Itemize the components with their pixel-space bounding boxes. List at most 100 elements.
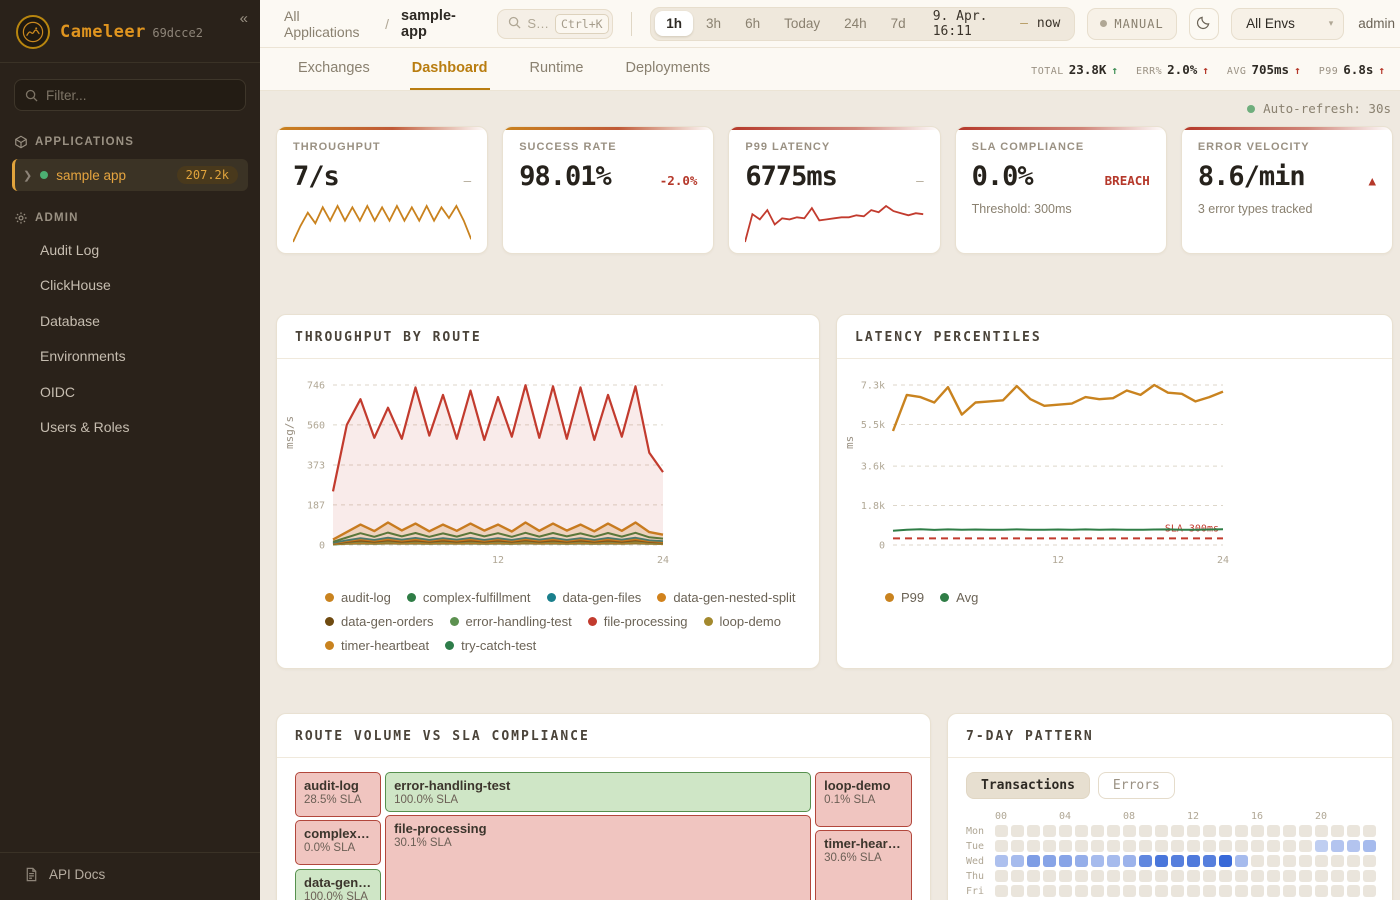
treemap-item-complex-fulfillment[interactable]: complex-fulfillment0.0% SLA <box>295 820 381 865</box>
heatmap-cell[interactable] <box>1027 855 1040 867</box>
heatmap-cell[interactable] <box>1251 870 1264 882</box>
heatmap-cell[interactable] <box>1091 840 1104 852</box>
heatmap-cell[interactable] <box>1203 840 1216 852</box>
heatmap-cell[interactable] <box>1219 855 1232 867</box>
heatmap-cell[interactable] <box>1363 870 1376 882</box>
sidebar-item-sample-app[interactable]: ❯ sample app 207.2k <box>12 159 248 191</box>
heatmap-cell[interactable] <box>1347 825 1360 837</box>
heatmap-cell[interactable] <box>1043 825 1056 837</box>
heatmap-cell[interactable] <box>1315 870 1328 882</box>
chevron-right-icon[interactable]: ❯ <box>23 169 32 182</box>
heatmap-cell[interactable] <box>1027 870 1040 882</box>
heatmap-cell[interactable] <box>1107 870 1120 882</box>
sidebar-item-audit-log[interactable]: Audit Log <box>0 235 260 266</box>
heatmap-cell[interactable] <box>1027 885 1040 897</box>
heatmap-cell[interactable] <box>1203 825 1216 837</box>
heatmap-cell[interactable] <box>1331 840 1344 852</box>
sidebar-filter-input[interactable]: Filter... <box>14 79 246 111</box>
heatmap-cell[interactable] <box>1155 855 1168 867</box>
heatmap-cell[interactable] <box>1203 885 1216 897</box>
tab-dashboard[interactable]: Dashboard <box>410 48 490 90</box>
heatmap-cell[interactable] <box>1315 855 1328 867</box>
heatmap-cell[interactable] <box>1347 870 1360 882</box>
legend-item-try-catch-test[interactable]: try-catch-test <box>445 638 536 653</box>
heatmap-cell[interactable] <box>1283 855 1296 867</box>
heatmap-cell[interactable] <box>1091 870 1104 882</box>
treemap-item-error-handling-test[interactable]: error-handling-test100.0% SLA <box>385 772 811 812</box>
heatmap-cell[interactable] <box>1027 825 1040 837</box>
heatmap-cell[interactable] <box>1107 885 1120 897</box>
legend-item-data-gen-orders[interactable]: data-gen-orders <box>325 614 434 629</box>
heatmap-cell[interactable] <box>1363 885 1376 897</box>
heatmap-cell[interactable] <box>1043 840 1056 852</box>
treemap-item-timer-heartbeat[interactable]: timer-heartbeat30.6% SLA <box>815 830 912 900</box>
time-range-3h[interactable]: 3h <box>695 11 732 36</box>
heatmap-cell[interactable] <box>1331 885 1344 897</box>
time-range-1h[interactable]: 1h <box>655 11 693 36</box>
treemap-item-audit-log[interactable]: audit-log28.5% SLA <box>295 772 381 817</box>
env-select[interactable]: All Envs ▾ <box>1231 8 1344 40</box>
heatmap-cell[interactable] <box>1315 885 1328 897</box>
legend-item-data-gen-nested-split[interactable]: data-gen-nested-split <box>657 590 795 605</box>
heatmap-cell[interactable] <box>1267 825 1280 837</box>
heatmap-cell[interactable] <box>1155 825 1168 837</box>
tab-exchanges[interactable]: Exchanges <box>296 48 372 90</box>
heatmap-cell[interactable] <box>1171 825 1184 837</box>
heatmap-cell[interactable] <box>1299 870 1312 882</box>
heatmap-cell[interactable] <box>1235 870 1248 882</box>
sidebar-item-api-docs[interactable]: API Docs <box>0 852 260 900</box>
heatmap-cell[interactable] <box>1123 885 1136 897</box>
heatmap-cell[interactable] <box>1363 855 1376 867</box>
heatmap-toggle-errors[interactable]: Errors <box>1098 772 1175 799</box>
tab-runtime[interactable]: Runtime <box>528 48 586 90</box>
heatmap-cell[interactable] <box>1043 870 1056 882</box>
heatmap-cell[interactable] <box>1299 840 1312 852</box>
heatmap-cell[interactable] <box>1347 885 1360 897</box>
manual-refresh-button[interactable]: MANUAL <box>1087 8 1176 40</box>
heatmap-cell[interactable] <box>1187 840 1200 852</box>
heatmap-cell[interactable] <box>1075 855 1088 867</box>
heatmap-cell[interactable] <box>1123 840 1136 852</box>
legend-item-file-processing[interactable]: file-processing <box>588 614 688 629</box>
heatmap-cell[interactable] <box>1299 825 1312 837</box>
heatmap-cell[interactable] <box>1027 840 1040 852</box>
heatmap-cell[interactable] <box>1219 825 1232 837</box>
heatmap-cell[interactable] <box>1283 825 1296 837</box>
heatmap-cell[interactable] <box>1331 825 1344 837</box>
heatmap-cell[interactable] <box>1235 855 1248 867</box>
heatmap-cell[interactable] <box>1043 885 1056 897</box>
heatmap-cell[interactable] <box>1139 870 1152 882</box>
heatmap-cell[interactable] <box>1171 840 1184 852</box>
sidebar-item-oidc[interactable]: OIDC <box>0 377 260 408</box>
legend-item-p99[interactable]: P99 <box>885 590 924 605</box>
heatmap-cell[interactable] <box>1075 885 1088 897</box>
heatmap-cell[interactable] <box>1267 885 1280 897</box>
heatmap-cell[interactable] <box>995 825 1008 837</box>
heatmap-cell[interactable] <box>1011 855 1024 867</box>
heatmap-cell[interactable] <box>1091 885 1104 897</box>
heatmap-cell[interactable] <box>1155 870 1168 882</box>
global-search-input[interactable]: S… Ctrl+K <box>497 9 613 39</box>
heatmap-cell[interactable] <box>1235 825 1248 837</box>
heatmap-cell[interactable] <box>1075 870 1088 882</box>
heatmap-cell[interactable] <box>1267 855 1280 867</box>
heatmap-cell[interactable] <box>1203 855 1216 867</box>
breadcrumb-all-applications[interactable]: All Applications <box>284 8 373 40</box>
sidebar-item-environments[interactable]: Environments <box>0 341 260 372</box>
legend-item-audit-log[interactable]: audit-log <box>325 590 391 605</box>
heatmap-cell[interactable] <box>1139 840 1152 852</box>
time-range-24h[interactable]: 24h <box>833 11 878 36</box>
heatmap-cell[interactable] <box>1251 855 1264 867</box>
heatmap-cell[interactable] <box>1363 825 1376 837</box>
heatmap-cell[interactable] <box>1187 870 1200 882</box>
heatmap-cell[interactable] <box>1219 870 1232 882</box>
heatmap-cell[interactable] <box>1139 825 1152 837</box>
sidebar-item-database[interactable]: Database <box>0 306 260 337</box>
heatmap-cell[interactable] <box>1331 870 1344 882</box>
heatmap-cell[interactable] <box>1219 840 1232 852</box>
heatmap-cell[interactable] <box>1347 855 1360 867</box>
heatmap-cell[interactable] <box>1011 885 1024 897</box>
heatmap-cell[interactable] <box>1251 825 1264 837</box>
heatmap-cell[interactable] <box>1107 855 1120 867</box>
heatmap-cell[interactable] <box>1187 855 1200 867</box>
